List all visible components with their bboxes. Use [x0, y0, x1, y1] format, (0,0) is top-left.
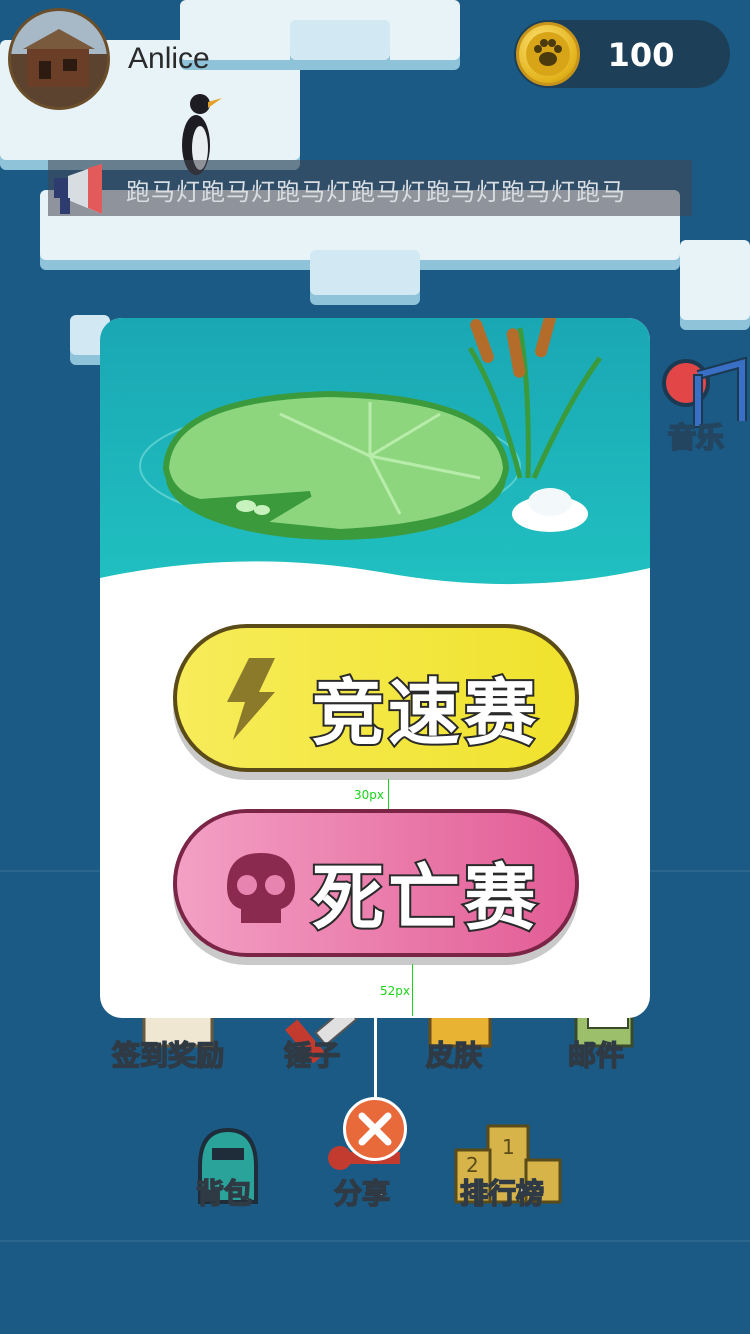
player-name: Anlice [128, 42, 210, 75]
menu-label-leaderboard: 排行榜 [459, 1176, 545, 1211]
announcement-marquee: 跑马灯跑马灯跑马灯跑马灯跑马灯跑马灯跑马 [48, 160, 692, 216]
death-race-button[interactable]: 死亡赛 [173, 809, 579, 957]
skull-icon [227, 853, 295, 923]
svg-text:1: 1 [502, 1135, 515, 1159]
marquee-text: 跑马灯跑马灯跑马灯跑马灯跑马灯跑马灯跑马 [126, 178, 626, 206]
gap-measure-label: 30px [354, 788, 384, 802]
player-avatar[interactable] [8, 8, 110, 110]
paw-coin-icon [516, 22, 580, 86]
wave-divider [100, 561, 650, 628]
megaphone-icon [54, 164, 102, 214]
close-connector [374, 1018, 377, 1100]
speed-race-label: 竞速赛 [310, 669, 541, 757]
ice-floe [680, 240, 750, 320]
close-button[interactable] [343, 1097, 407, 1161]
lightning-icon [227, 658, 275, 740]
gap-measure-line [388, 779, 389, 809]
gap-measure-label: 52px [380, 984, 410, 998]
gap-measure-line [412, 964, 413, 1016]
ice-floe [290, 20, 390, 60]
pond-illustration [100, 318, 650, 628]
music-label: 音乐 [667, 420, 725, 455]
menu-label-hammer: 锤子 [283, 1038, 341, 1073]
ice-floe [310, 250, 420, 295]
menu-label-backpack: 背包 [195, 1176, 253, 1211]
death-race-label: 死亡赛 [310, 854, 541, 942]
menu-label-sign-in: 签到奖励 [111, 1038, 225, 1073]
speed-race-button[interactable]: 竞速赛 [173, 624, 579, 772]
menu-label-skins: 皮肤 [425, 1038, 483, 1073]
coin-count: 100 [607, 36, 675, 74]
menu-label-mail: 邮件 [567, 1038, 625, 1073]
menu-label-share: 分享 [333, 1176, 391, 1211]
close-icon [358, 1112, 392, 1146]
